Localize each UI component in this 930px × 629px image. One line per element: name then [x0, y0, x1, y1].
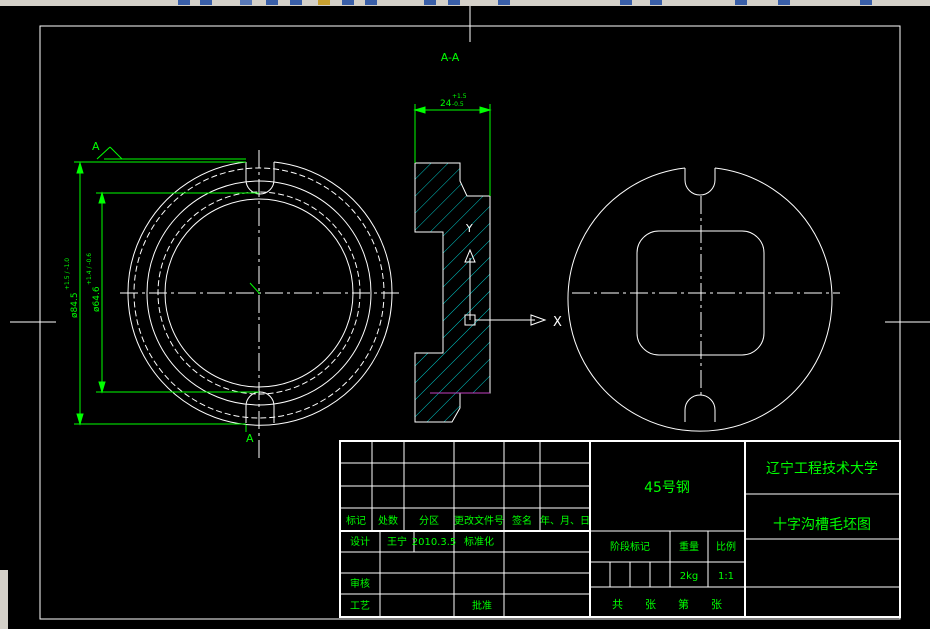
- ucs-x-label: X: [553, 315, 562, 330]
- dim-width-tol-upper: +1.5: [452, 93, 467, 100]
- section-letter-bottom: A: [246, 432, 254, 445]
- section-title: A-A: [441, 51, 460, 64]
- drawing-canvas[interactable]: A-A A A ø84.5 +1.5 / -1.0 ø64.6 +1.4 / -…: [0, 0, 930, 629]
- stage-label: 阶段标记: [610, 540, 650, 553]
- sheets-text: 共 张 第 张: [612, 597, 722, 611]
- scale-label: 比例: [716, 540, 736, 553]
- dim-width: 24: [440, 99, 452, 109]
- section-view-hatched: [414, 162, 491, 423]
- school-name: 辽宁工程技术大学: [766, 460, 878, 477]
- header-mark: 标记: [346, 515, 366, 527]
- process-label: 工艺: [350, 600, 370, 612]
- back-view: [567, 167, 833, 432]
- weight-value: 2kg: [680, 571, 699, 582]
- drawing-name: 十字沟槽毛坯图: [773, 517, 871, 533]
- header-doc: 更改文件号: [454, 514, 504, 527]
- approve-label: 批准: [472, 599, 492, 612]
- designer-label: 设计: [350, 535, 370, 548]
- header-date: 年、月、日: [540, 514, 590, 527]
- design-date: 2010.3.5: [412, 537, 457, 548]
- dim-width-tol-lower: -0.5: [452, 101, 464, 108]
- standardize-label: 标准化: [464, 535, 494, 548]
- dim-outer-diameter: ø84.5: [70, 292, 80, 318]
- header-sign: 签名: [512, 514, 532, 527]
- material-text: 45号钢: [644, 480, 690, 496]
- section-letter-top: A: [92, 140, 100, 153]
- dim-outer-tolerance: +1.5 / -1.0: [64, 258, 71, 290]
- dim-inner-diameter: ø64.6: [92, 286, 102, 312]
- scale-value: 1:1: [718, 571, 734, 582]
- dim-inner-tolerance: +1.4 / -0.6: [86, 253, 93, 285]
- revision-headers: 标记 处数 分区 更改文件号 签名 年、月、日: [346, 514, 590, 527]
- header-zone: 分区: [419, 515, 439, 527]
- review-label: 审核: [350, 577, 370, 590]
- section-mark-top: [96, 146, 246, 160]
- ucs-y-label: Y: [465, 222, 473, 235]
- weight-label: 重量: [679, 540, 699, 553]
- designer-name: 王宁: [387, 535, 407, 548]
- header-count: 处数: [378, 514, 398, 527]
